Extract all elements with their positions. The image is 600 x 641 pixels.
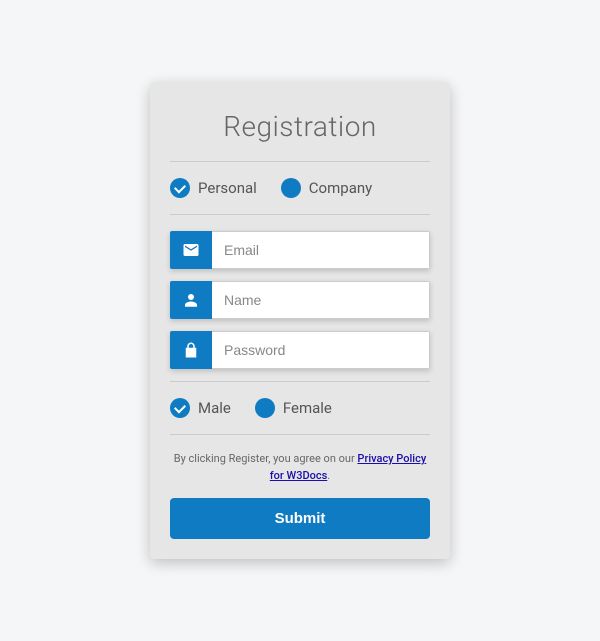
password-field[interactable] [212, 331, 430, 369]
envelope-icon [170, 231, 212, 269]
terms-prefix: By clicking Register, you agree on our [174, 452, 358, 465]
radio-label: Female [283, 399, 332, 417]
radio-checked-icon [170, 398, 190, 418]
submit-button[interactable]: Submit [170, 498, 430, 539]
divider [170, 434, 430, 435]
lock-icon [170, 331, 212, 369]
radio-checked-icon [170, 178, 190, 198]
inputs-block [170, 231, 430, 369]
account-type-group: Personal Company [170, 178, 430, 198]
radio-unchecked-icon [255, 398, 275, 418]
divider [170, 161, 430, 162]
name-group [170, 281, 430, 319]
radio-personal[interactable]: Personal [170, 178, 257, 198]
radio-company[interactable]: Company [281, 178, 372, 198]
radio-male[interactable]: Male [170, 398, 231, 418]
terms-text: By clicking Register, you agree on our P… [170, 451, 430, 484]
registration-card: Registration Personal Company [150, 82, 450, 559]
email-group [170, 231, 430, 269]
radio-label: Personal [198, 179, 257, 197]
divider [170, 214, 430, 215]
user-icon [170, 281, 212, 319]
radio-unchecked-icon [281, 178, 301, 198]
name-field[interactable] [212, 281, 430, 319]
radio-label: Company [309, 179, 372, 197]
gender-group: Male Female [170, 398, 430, 418]
page-title: Registration [170, 110, 430, 143]
password-group [170, 331, 430, 369]
terms-suffix: . [327, 469, 330, 482]
email-field[interactable] [212, 231, 430, 269]
divider [170, 381, 430, 382]
radio-label: Male [198, 399, 231, 417]
radio-female[interactable]: Female [255, 398, 332, 418]
